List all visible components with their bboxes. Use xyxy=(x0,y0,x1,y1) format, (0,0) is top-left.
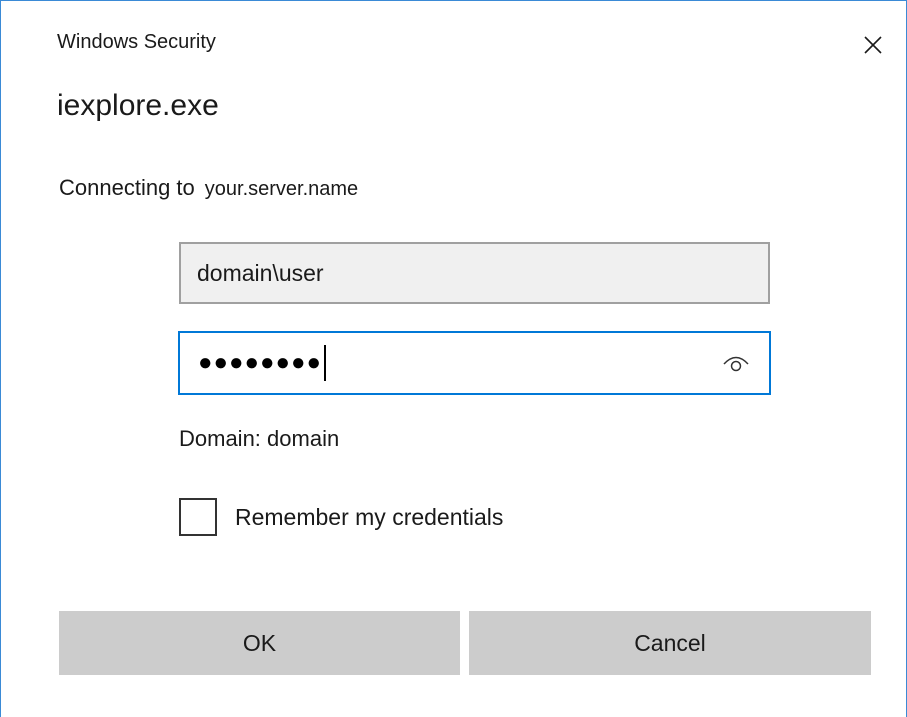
connecting-text: Connecting to your.server.name xyxy=(59,175,358,201)
window-title: Windows Security xyxy=(57,31,216,53)
eye-icon xyxy=(723,356,749,372)
close-button[interactable] xyxy=(853,25,893,65)
password-value: ●●●●●●●● xyxy=(198,349,322,376)
password-field[interactable]: ●●●●●●●● xyxy=(178,331,771,395)
remember-credentials-row[interactable]: Remember my credentials xyxy=(179,498,503,536)
app-name: iexplore.exe xyxy=(57,89,219,122)
ok-button[interactable]: OK xyxy=(59,611,460,675)
text-caret xyxy=(323,345,326,381)
remember-credentials-checkbox[interactable] xyxy=(179,498,217,536)
username-value: domain\user xyxy=(197,259,324,286)
server-name: your.server.name xyxy=(204,178,359,200)
connecting-prefix: Connecting to xyxy=(59,175,195,200)
remember-credentials-label[interactable]: Remember my credentials xyxy=(235,504,503,531)
reveal-password-button[interactable] xyxy=(721,349,751,377)
username-field[interactable]: domain\user xyxy=(179,242,770,304)
close-icon xyxy=(864,36,882,54)
credential-dialog: Windows Security iexplore.exe Connecting… xyxy=(0,0,907,717)
domain-info: Domain: domain xyxy=(179,426,340,451)
cancel-button[interactable]: Cancel xyxy=(469,611,871,675)
